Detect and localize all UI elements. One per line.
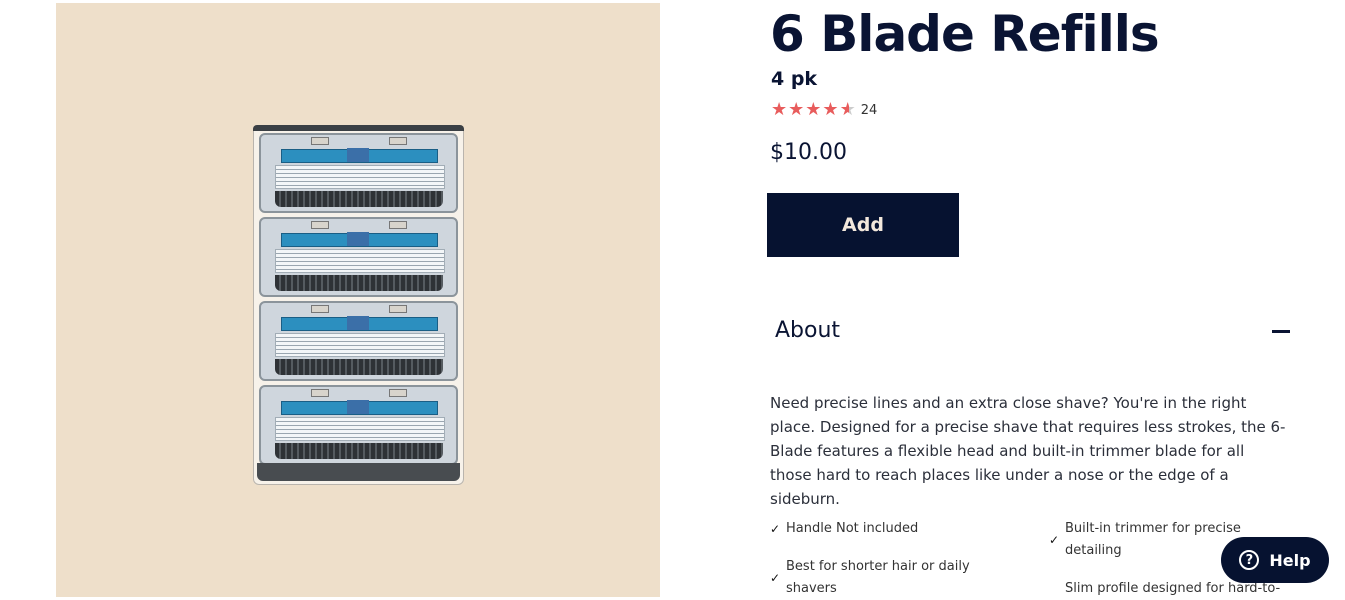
feature-text: Handle Not included	[786, 521, 919, 536]
question-circle-icon: ?	[1239, 550, 1260, 570]
about-accordion-header[interactable]: About	[775, 316, 1290, 350]
half-star-icon: ★	[839, 99, 856, 120]
product-rating[interactable]: ★ ★ ★ ★ ★ 24	[771, 100, 877, 120]
help-label: Help	[1269, 550, 1311, 570]
star-icon: ★	[805, 99, 822, 120]
feature-item: ✓ Handle Not included	[770, 518, 1010, 540]
star-icon: ★	[822, 99, 839, 120]
product-pack-size: 4 pk	[771, 68, 818, 90]
feature-text: Best for shorter hair or daily shavers	[786, 559, 970, 596]
about-title: About	[775, 318, 841, 343]
star-icon: ★	[788, 99, 805, 120]
product-image-panel	[56, 3, 660, 597]
star-icon: ★	[771, 99, 788, 120]
review-count[interactable]: 24	[861, 103, 878, 118]
check-icon: ✓	[770, 522, 781, 536]
feature-item: ✓ Best for shorter hair or daily shavers	[770, 556, 980, 600]
check-icon: ✓	[1049, 533, 1060, 547]
check-icon: ✓	[770, 571, 781, 585]
product-price: $10.00	[770, 140, 847, 165]
product-image	[253, 125, 464, 485]
about-description: Need precise lines and an extra close sh…	[770, 394, 1286, 508]
minus-icon[interactable]	[1272, 330, 1290, 333]
help-button[interactable]: ? Help	[1221, 537, 1329, 583]
add-to-cart-button[interactable]: Add	[767, 193, 959, 257]
product-title: 6 Blade Refills	[770, 5, 1160, 63]
